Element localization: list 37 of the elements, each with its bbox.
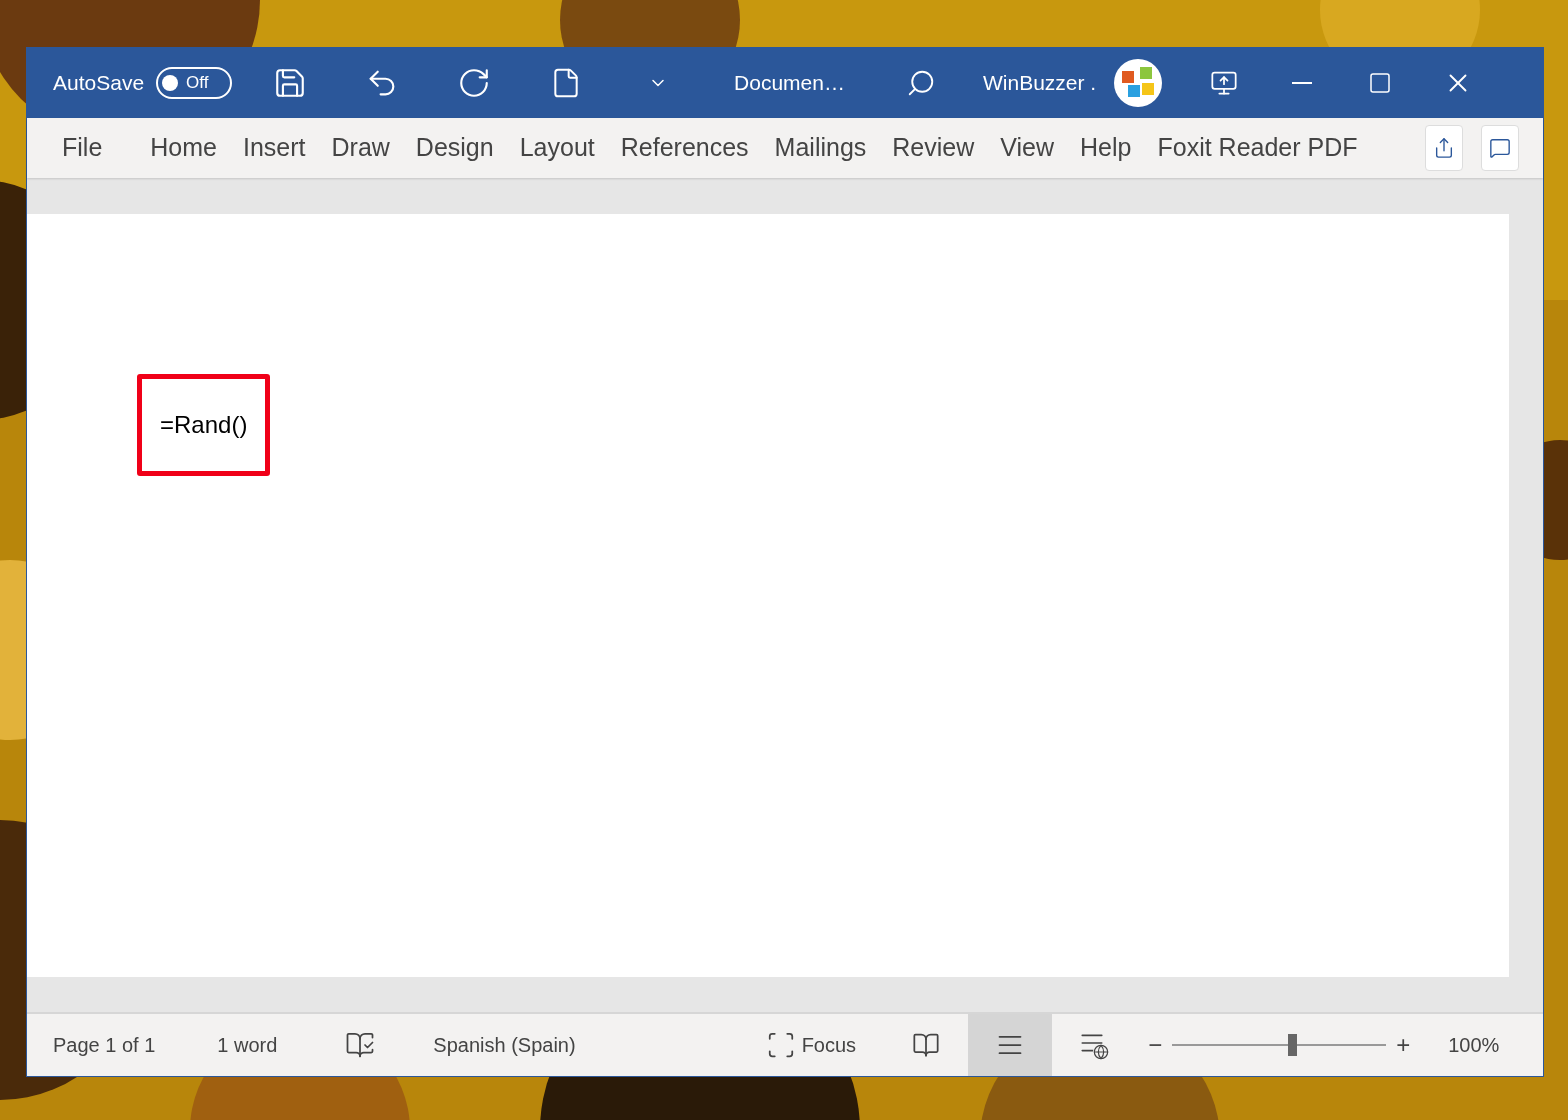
autosave-toggle[interactable]: Off bbox=[156, 67, 233, 99]
ribbon-tab[interactable]: Layout bbox=[506, 124, 608, 172]
zoom-level[interactable]: 100% bbox=[1448, 1030, 1500, 1060]
minimize-icon bbox=[1292, 82, 1313, 84]
maximize-icon bbox=[1368, 71, 1393, 95]
language: Spanish (Spain) bbox=[433, 1033, 576, 1058]
page-count: Page 1 of 1 bbox=[53, 1033, 156, 1058]
ribbon-tab[interactable]: View bbox=[987, 124, 1068, 172]
comment-icon bbox=[1489, 137, 1511, 159]
avatar-icon bbox=[1114, 59, 1163, 107]
word-count: 1 word bbox=[217, 1033, 278, 1058]
focus-button[interactable]: Focus bbox=[765, 1030, 857, 1060]
document-title: Documen… bbox=[734, 70, 845, 97]
ribbon-tab[interactable]: Home bbox=[137, 124, 230, 172]
share-icon bbox=[1433, 137, 1455, 159]
autosave-label: AutoSave bbox=[53, 70, 145, 97]
book-icon bbox=[912, 1031, 941, 1059]
zoom-in-button[interactable]: + bbox=[1396, 1027, 1411, 1063]
ribbon-tab[interactable]: References bbox=[607, 124, 762, 172]
ribbon-tab[interactable]: Insert bbox=[230, 124, 319, 172]
zoom-slider-thumb[interactable] bbox=[1287, 1034, 1297, 1056]
ribbon-tab[interactable]: Foxit Reader PDF bbox=[1144, 124, 1371, 172]
ribbon-tab[interactable]: Review bbox=[879, 124, 988, 172]
proofing-icon[interactable] bbox=[345, 1030, 376, 1060]
ribbon-tab[interactable]: Mailings bbox=[761, 124, 880, 172]
monitor-arrow-icon bbox=[1210, 69, 1239, 97]
ribbon-tab[interactable]: Help bbox=[1067, 124, 1145, 172]
highlighted-text: =Rand() bbox=[137, 374, 271, 476]
comments-button[interactable] bbox=[1481, 125, 1519, 171]
user-name: WinBuzzer . bbox=[982, 70, 1097, 97]
ribbon-tab[interactable]: File bbox=[49, 124, 116, 172]
zoom-out-button[interactable]: − bbox=[1148, 1027, 1163, 1063]
ribbon-tab[interactable]: Design bbox=[402, 124, 507, 172]
view-button[interactable] bbox=[968, 1014, 1053, 1076]
zoom-slider[interactable] bbox=[1172, 1033, 1387, 1057]
share-button[interactable] bbox=[1425, 125, 1463, 171]
ribbon-tab[interactable]: Draw bbox=[318, 124, 403, 172]
